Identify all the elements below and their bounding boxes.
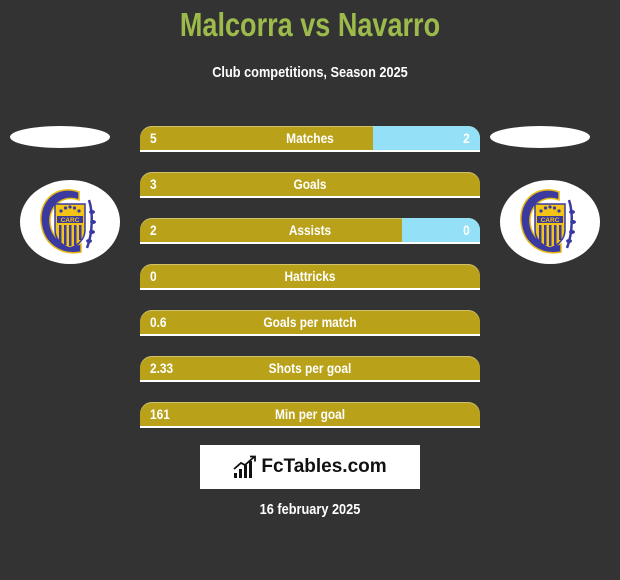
rosario-central-crest-icon: CARC: [40, 189, 96, 254]
svg-text:CARC: CARC: [61, 217, 80, 224]
stat-label: Shots per goal: [268, 360, 352, 376]
stat-row-assists: 2 Assists 0: [140, 218, 480, 244]
right-player-badge: [490, 126, 590, 148]
left-value: 2: [150, 222, 157, 238]
stat-row-shots-per-goal: 2.33 Shots per goal: [140, 356, 480, 382]
brand-name: FcTables.com: [261, 456, 387, 477]
right-value: 0: [463, 222, 470, 238]
rosario-central-crest-icon: CARC: [520, 189, 576, 254]
left-club-logo[interactable]: CARC: [20, 180, 120, 264]
stat-row-hattricks: 0 Hattricks: [140, 264, 480, 290]
stat-row-matches: 5 Matches 2: [140, 126, 480, 152]
stat-label: Matches: [286, 130, 334, 146]
page-title: Malcorra vs Navarro: [179, 6, 441, 43]
left-value: 3: [150, 176, 157, 192]
stat-label: Goals per match: [263, 314, 357, 330]
left-value: 0: [150, 268, 157, 284]
report-date: 16 february 2025: [259, 501, 361, 518]
fctables-logo[interactable]: FcTables.com: [200, 445, 420, 489]
svg-text:CARC: CARC: [541, 217, 560, 224]
stat-label: Hattricks: [284, 268, 336, 284]
right-value: 2: [463, 130, 470, 146]
right-club-logo[interactable]: CARC: [500, 180, 600, 264]
bar-chart-icon: [233, 455, 257, 478]
stat-row-min-per-goal: 161 Min per goal: [140, 402, 480, 428]
stat-row-goals: 3 Goals: [140, 172, 480, 198]
stat-row-goals-per-match: 0.6 Goals per match: [140, 310, 480, 336]
stat-label: Min per goal: [274, 406, 346, 422]
left-value: 5: [150, 130, 157, 146]
stat-label: Goals: [293, 176, 327, 192]
stat-label: Assists: [288, 222, 332, 238]
competition-subtitle: Club competitions, Season 2025: [212, 64, 408, 81]
left-player-badge: [10, 126, 110, 148]
left-value: 0.6: [150, 314, 167, 330]
